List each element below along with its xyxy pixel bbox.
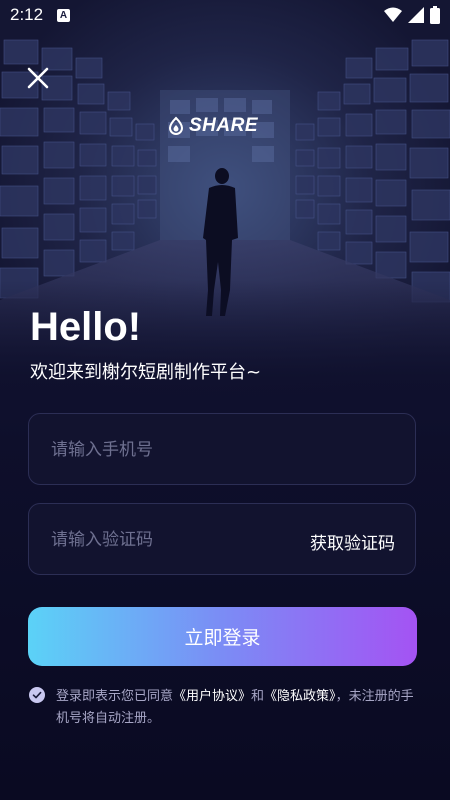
welcome-subtitle: 欢迎来到榭尔短剧制作平台~ (30, 362, 262, 383)
code-field-container: 获取验证码 (28, 503, 416, 576)
status-icons (384, 6, 440, 24)
flame-drop-icon (168, 116, 184, 135)
wifi-icon (384, 7, 402, 22)
hero-fade-overlay (0, 280, 450, 420)
greeting-title: Hello! (30, 305, 142, 349)
battery-icon (430, 6, 440, 24)
agreement-text: 登录即表示您已同意《用户协议》和《隐私政策》，未注册的手机号将自动注册。 (56, 686, 420, 730)
status-time: 2:12 (10, 5, 44, 24)
close-button[interactable] (24, 64, 52, 92)
check-icon (32, 691, 42, 699)
get-code-button[interactable]: 获取验证码 (310, 529, 395, 554)
status-bar: 2:12 A (0, 0, 450, 32)
phone-input[interactable] (49, 414, 313, 486)
phone-field-container (28, 413, 416, 486)
privacy-policy-link[interactable]: 《隐私政策》 (264, 689, 336, 704)
hero-background-image (0, 0, 450, 420)
notification-badge: A (57, 9, 70, 22)
brand-logo: SHARE (166, 115, 258, 137)
agreement-checkbox[interactable] (29, 687, 45, 703)
agreement-prefix: 登录即表示您已同意 (56, 689, 174, 704)
verification-code-input[interactable] (49, 504, 313, 576)
user-agreement-link[interactable]: 《用户协议》 (173, 689, 251, 704)
agreement-and: 和 (251, 689, 265, 704)
signal-icon (408, 7, 424, 23)
close-icon (27, 67, 49, 89)
login-screen: 2:12 A SHARE Hello! 欢迎来到榭尔短剧制作平台~ 请输入手机号… (0, 0, 450, 800)
logo-text: SHARE (189, 115, 259, 136)
login-button[interactable]: 立即登录 (28, 607, 417, 666)
